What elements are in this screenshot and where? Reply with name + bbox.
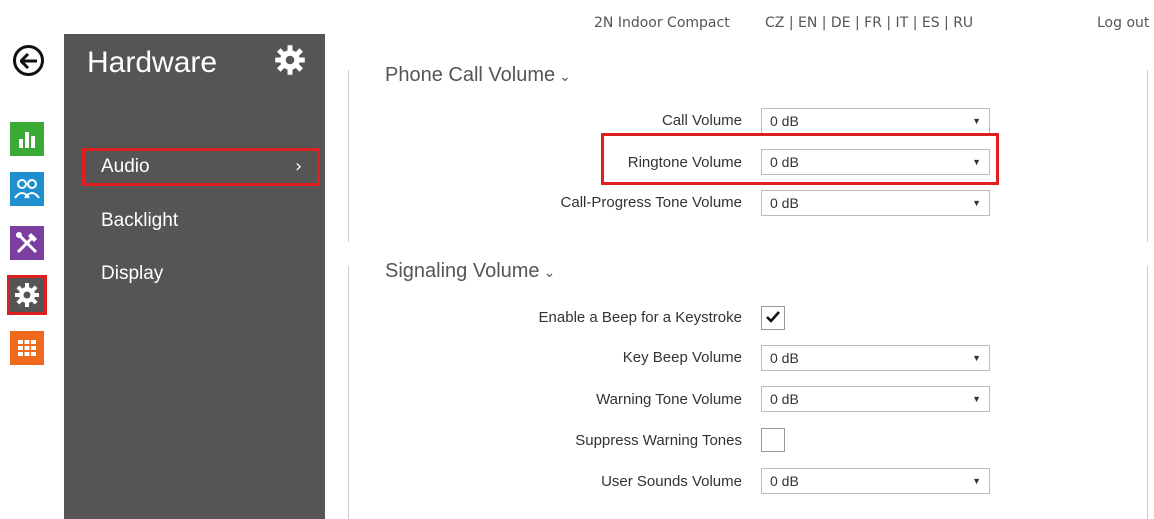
call-progress-tone-volume-select[interactable]: 0 dB ▼ — [761, 190, 990, 216]
enable-keystroke-beep-checkbox[interactable] — [761, 306, 785, 330]
section-title-signaling[interactable]: Signaling Volume ⌄ — [385, 260, 555, 283]
user-sounds-volume-select[interactable]: 0 dB ▼ — [761, 468, 990, 494]
menu-title: Hardware — [87, 46, 218, 79]
section-title-text: Signaling Volume — [385, 260, 540, 282]
grid-icon[interactable] — [10, 331, 44, 365]
hardware-menu: Hardware Audio › Backlight Display — [64, 34, 325, 519]
section-title-phone-call[interactable]: Phone Call Volume ⌄ — [385, 64, 571, 87]
panel-border — [1139, 70, 1148, 242]
menu-item-backlight[interactable]: Backlight — [82, 202, 320, 240]
select-value: 0 dB — [770, 391, 799, 407]
tools-icon[interactable] — [10, 226, 44, 260]
dropdown-arrow-icon: ▼ — [972, 116, 981, 126]
dropdown-arrow-icon: ▼ — [972, 476, 981, 486]
panel-border — [348, 70, 357, 242]
suppress-warning-tones-label: Suppress Warning Tones — [575, 432, 742, 449]
section-title-text: Phone Call Volume — [385, 64, 556, 86]
key-beep-volume-select[interactable]: 0 dB ▼ — [761, 345, 990, 371]
suppress-warning-tones-checkbox[interactable] — [761, 428, 785, 452]
menu-item-label: Display — [101, 263, 164, 284]
phone-call-volume-section: Phone Call Volume ⌄ Call Volume 0 dB ▼ Ri… — [348, 64, 1148, 242]
menu-item-label: Audio — [101, 156, 150, 177]
call-progress-tone-volume-label: Call-Progress Tone Volume — [560, 194, 742, 211]
icon-rail — [0, 0, 64, 519]
panel-border — [348, 266, 357, 519]
select-value: 0 dB — [770, 350, 799, 366]
menu-item-audio[interactable]: Audio › — [82, 148, 320, 186]
select-value: 0 dB — [770, 473, 799, 489]
dropdown-arrow-icon: ▼ — [972, 198, 981, 208]
chevron-right-icon: › — [295, 156, 303, 177]
warning-tone-volume-label: Warning Tone Volume — [596, 391, 742, 408]
call-volume-select[interactable]: 0 dB ▼ — [761, 108, 990, 134]
back-arrow-icon[interactable] — [13, 45, 44, 76]
call-volume-label: Call Volume — [661, 112, 742, 129]
chevron-down-icon: ⌄ — [559, 68, 571, 84]
chart-icon[interactable] — [10, 122, 44, 156]
checkmark-icon — [766, 311, 780, 323]
signaling-volume-section: Signaling Volume ⌄ Enable a Beep for a Ke… — [348, 260, 1148, 519]
warning-tone-volume-select[interactable]: 0 dB ▼ — [761, 386, 990, 412]
settings-gear-icon[interactable] — [274, 44, 306, 80]
select-value: 0 dB — [770, 113, 799, 129]
dropdown-arrow-icon: ▼ — [972, 394, 981, 404]
user-sounds-volume-label: User Sounds Volume — [601, 473, 742, 490]
logout-link[interactable]: Log out — [1097, 15, 1149, 31]
panel-border — [1139, 266, 1148, 519]
enable-keystroke-beep-label: Enable a Beep for a Keystroke — [538, 309, 742, 326]
key-beep-volume-label: Key Beep Volume — [622, 349, 742, 366]
users-icon[interactable] — [10, 172, 44, 206]
device-name: 2N Indoor Compact — [594, 15, 730, 31]
menu-item-label: Backlight — [101, 210, 179, 231]
gear-icon[interactable] — [7, 275, 47, 315]
highlight-box — [601, 133, 999, 185]
chevron-down-icon: ⌄ — [543, 264, 556, 280]
select-value: 0 dB — [770, 195, 799, 211]
dropdown-arrow-icon: ▼ — [972, 353, 981, 363]
menu-item-display[interactable]: Display — [82, 255, 320, 293]
language-selector[interactable]: CZ | EN | DE | FR | IT | ES | RU — [765, 15, 973, 31]
